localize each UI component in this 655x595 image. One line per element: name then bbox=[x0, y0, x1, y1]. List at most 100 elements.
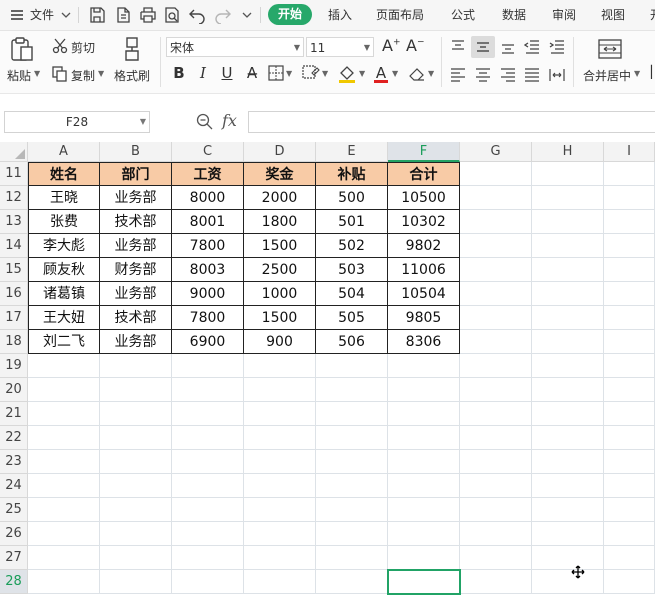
table-cell[interactable]: 技术部 bbox=[100, 210, 172, 234]
format-painter-icon[interactable] bbox=[122, 36, 142, 62]
name-box[interactable]: F28 ▼ bbox=[4, 111, 150, 133]
table-cell[interactable]: 506 bbox=[316, 330, 388, 354]
formula-input[interactable] bbox=[248, 111, 655, 133]
table-cell[interactable] bbox=[172, 522, 244, 546]
table-cell[interactable] bbox=[172, 450, 244, 474]
table-cell[interactable] bbox=[28, 546, 100, 570]
row-header-18[interactable]: 18 bbox=[0, 330, 28, 354]
row-header-20[interactable]: 20 bbox=[0, 378, 28, 402]
row-header-12[interactable]: 12 bbox=[0, 186, 28, 210]
table-cell[interactable]: 10504 bbox=[388, 282, 460, 306]
table-cell[interactable]: 8001 bbox=[172, 210, 244, 234]
table-cell[interactable] bbox=[532, 210, 604, 234]
table-cell[interactable] bbox=[100, 546, 172, 570]
column-header-b[interactable]: B bbox=[100, 142, 172, 162]
row-header-14[interactable]: 14 bbox=[0, 234, 28, 258]
table-cell[interactable] bbox=[460, 378, 532, 402]
table-cell[interactable] bbox=[100, 426, 172, 450]
zoom-search-icon[interactable] bbox=[196, 113, 213, 130]
table-cell[interactable] bbox=[244, 522, 316, 546]
table-cell[interactable] bbox=[244, 570, 316, 594]
table-cell[interactable]: 顾友秋 bbox=[28, 258, 100, 282]
merge-center-button[interactable]: 合并居中 bbox=[583, 67, 631, 84]
table-cell[interactable] bbox=[244, 498, 316, 522]
row-header-11[interactable]: 11 bbox=[0, 162, 28, 186]
table-cell[interactable]: 1500 bbox=[244, 234, 316, 258]
table-cell[interactable]: 502 bbox=[316, 234, 388, 258]
table-cell[interactable] bbox=[28, 522, 100, 546]
table-cell[interactable]: 业务部 bbox=[100, 330, 172, 354]
row-header-21[interactable]: 21 bbox=[0, 402, 28, 426]
table-cell[interactable] bbox=[604, 498, 655, 522]
table-cell[interactable] bbox=[388, 378, 460, 402]
table-header-cell[interactable]: 部门 bbox=[100, 162, 172, 186]
table-cell[interactable] bbox=[532, 450, 604, 474]
eraser-dropdown-icon[interactable]: ▼ bbox=[428, 69, 434, 78]
row-header-22[interactable]: 22 bbox=[0, 426, 28, 450]
table-cell[interactable]: 1800 bbox=[244, 210, 316, 234]
table-cell[interactable] bbox=[460, 306, 532, 330]
table-cell[interactable] bbox=[100, 354, 172, 378]
align-top-icon[interactable] bbox=[450, 40, 466, 54]
align-center-icon[interactable] bbox=[475, 68, 491, 82]
increase-font-icon[interactable]: A+ bbox=[382, 36, 401, 55]
table-cell[interactable] bbox=[532, 354, 604, 378]
table-cell[interactable]: 刘二飞 bbox=[28, 330, 100, 354]
table-header-cell[interactable]: 合计 bbox=[388, 162, 460, 186]
table-cell[interactable]: 王晓 bbox=[28, 186, 100, 210]
table-cell[interactable] bbox=[172, 378, 244, 402]
table-cell[interactable] bbox=[316, 378, 388, 402]
table-cell[interactable]: 1000 bbox=[244, 282, 316, 306]
file-menu[interactable]: 文件 bbox=[30, 0, 54, 30]
table-cell[interactable] bbox=[460, 546, 532, 570]
table-cell[interactable] bbox=[388, 522, 460, 546]
table-cell[interactable] bbox=[532, 570, 604, 594]
copy-button[interactable]: 复制 bbox=[71, 67, 95, 84]
table-cell[interactable] bbox=[316, 450, 388, 474]
table-cell[interactable]: 6900 bbox=[172, 330, 244, 354]
table-cell[interactable]: 王大妞 bbox=[28, 306, 100, 330]
table-cell[interactable] bbox=[100, 450, 172, 474]
border-dropdown-icon[interactable]: ▼ bbox=[286, 69, 292, 78]
table-cell[interactable]: 9802 bbox=[388, 234, 460, 258]
table-cell[interactable] bbox=[604, 306, 655, 330]
table-cell[interactable]: 张费 bbox=[28, 210, 100, 234]
table-cell[interactable] bbox=[460, 258, 532, 282]
active-cell-outline[interactable] bbox=[387, 569, 461, 595]
table-cell[interactable] bbox=[172, 402, 244, 426]
row-header-23[interactable]: 23 bbox=[0, 450, 28, 474]
table-cell[interactable] bbox=[244, 450, 316, 474]
merge-dropdown-icon[interactable]: ▼ bbox=[634, 69, 640, 78]
fill-color-dropdown-icon[interactable]: ▼ bbox=[359, 69, 365, 78]
table-header-cell[interactable]: 姓名 bbox=[28, 162, 100, 186]
tab-page-layout[interactable]: 页面布局 bbox=[376, 0, 424, 30]
fill-pattern-icon[interactable] bbox=[302, 65, 320, 81]
tab-formulas[interactable]: 公式 bbox=[451, 0, 475, 30]
table-cell[interactable] bbox=[172, 354, 244, 378]
table-cell[interactable] bbox=[316, 498, 388, 522]
table-cell[interactable]: 诸葛镇 bbox=[28, 282, 100, 306]
table-cell[interactable] bbox=[28, 378, 100, 402]
table-cell[interactable] bbox=[172, 474, 244, 498]
table-cell[interactable]: 501 bbox=[316, 210, 388, 234]
font-color-icon[interactable]: A bbox=[371, 63, 391, 83]
table-cell[interactable] bbox=[460, 522, 532, 546]
table-cell[interactable] bbox=[532, 378, 604, 402]
table-cell[interactable] bbox=[604, 474, 655, 498]
table-cell[interactable] bbox=[316, 570, 388, 594]
table-cell[interactable]: 业务部 bbox=[100, 186, 172, 210]
align-right-icon[interactable] bbox=[500, 68, 516, 82]
table-cell[interactable] bbox=[244, 402, 316, 426]
quick-access-dropdown-icon[interactable] bbox=[242, 10, 252, 20]
fill-dropdown-icon[interactable]: ▼ bbox=[322, 69, 328, 78]
strikethrough-icon[interactable]: A̶ bbox=[242, 63, 262, 83]
table-cell[interactable] bbox=[388, 354, 460, 378]
increase-indent-icon[interactable] bbox=[549, 40, 565, 54]
table-cell[interactable] bbox=[388, 426, 460, 450]
row-header-17[interactable]: 17 bbox=[0, 306, 28, 330]
table-cell[interactable] bbox=[460, 474, 532, 498]
table-cell[interactable] bbox=[604, 282, 655, 306]
column-header-h[interactable]: H bbox=[532, 142, 604, 162]
table-cell[interactable]: 503 bbox=[316, 258, 388, 282]
table-cell[interactable]: 2500 bbox=[244, 258, 316, 282]
